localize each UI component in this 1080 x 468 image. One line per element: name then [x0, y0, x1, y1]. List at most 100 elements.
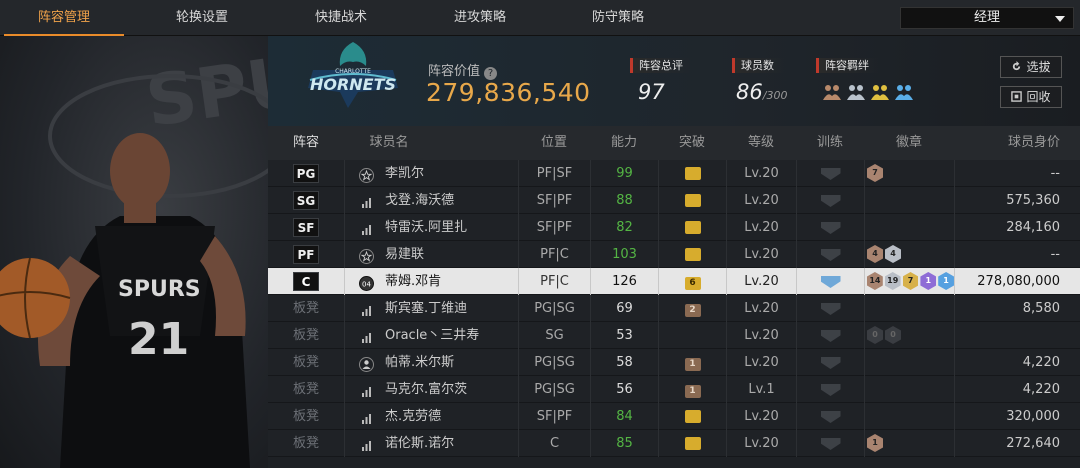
breakthrough-cell[interactable]: 6	[658, 268, 726, 295]
breakthrough-cell[interactable]: 1	[658, 349, 726, 376]
player-name-cell[interactable]: 诺伦斯.诺尔	[344, 430, 518, 457]
breakthrough-cell[interactable]	[658, 187, 726, 214]
table-row[interactable]: 板凳 Oracle丶三井寿 SG 53 Lv.20 00	[268, 322, 1080, 349]
role-select[interactable]: 经理	[900, 7, 1074, 29]
table-row[interactable]: 板凳 杰.克劳德 SF|PF 84 Lv.20 320,000	[268, 403, 1080, 430]
training-cell[interactable]	[796, 322, 864, 349]
table-row[interactable]: 板凳 诺伦斯.诺尔 C 85 Lv.20 1 272,640	[268, 430, 1080, 457]
table-row[interactable]: PG 李凯尔 PF|SF 99 Lv.20 7 --	[268, 160, 1080, 187]
training-cell[interactable]	[796, 376, 864, 403]
player-name: 诺伦斯.诺尔	[385, 436, 455, 451]
badges-cell[interactable]	[864, 187, 954, 214]
level-cell: Lv.20	[726, 430, 796, 457]
breakthrough-cell[interactable]	[658, 160, 726, 187]
training-cell[interactable]	[796, 214, 864, 241]
bond-bronze-icon[interactable]	[822, 82, 842, 102]
training-cell[interactable]	[796, 187, 864, 214]
training-cell[interactable]	[796, 430, 864, 457]
training-cell[interactable]	[796, 349, 864, 376]
badges-cell[interactable]: 1	[864, 430, 954, 457]
player-name-cell[interactable]: 马克尔.富尔茨	[344, 376, 518, 403]
bond-blue-icon[interactable]	[894, 82, 914, 102]
player-name-cell[interactable]: 帕蒂.米尔斯	[344, 349, 518, 376]
badges-cell[interactable]	[864, 403, 954, 430]
lineup-slot: 板凳	[292, 409, 319, 424]
bond-gold-icon[interactable]	[870, 82, 890, 102]
training-cell[interactable]	[796, 160, 864, 187]
training-cell[interactable]	[796, 403, 864, 430]
table-row[interactable]: 板凳 马克尔.富尔茨 PG|SG 56 1 Lv.1 4,220	[268, 376, 1080, 403]
tab-offense[interactable]: 进攻策略	[420, 0, 540, 36]
badges-cell[interactable]	[864, 349, 954, 376]
refresh-icon	[1013, 61, 1021, 71]
draft-button[interactable]: 选拔	[1000, 56, 1062, 78]
badge-icon: 4	[885, 245, 901, 263]
player-name-cell[interactable]: 特雷沃.阿里扎	[344, 214, 518, 241]
breakthrough-crown-icon: 1	[684, 385, 701, 398]
badges-cell[interactable]: 00	[864, 322, 954, 349]
training-cell[interactable]	[796, 295, 864, 322]
player-value-cell: 284,160	[954, 214, 1080, 241]
roster-rows: PG 李凯尔 PF|SF 99 Lv.20 7 -- SG 戈登.海沃德 SF|…	[268, 160, 1080, 457]
tab-lineup[interactable]: 阵容管理	[4, 0, 124, 36]
col-header-position[interactable]: 位置	[518, 126, 590, 160]
position-cell: SF|PF	[518, 214, 590, 241]
level-cell: Lv.20	[726, 295, 796, 322]
breakthrough-cell[interactable]	[658, 322, 726, 349]
bars-icon	[359, 436, 374, 451]
col-header-breakthrough[interactable]: 突破	[658, 126, 726, 160]
player-name-cell[interactable]: 易建联	[344, 241, 518, 268]
badges-cell[interactable]: 14 19 7 1 1	[864, 268, 954, 295]
player-name-cell[interactable]: 斯宾塞.丁维迪	[344, 295, 518, 322]
breakthrough-cell[interactable]	[658, 214, 726, 241]
col-header-ability[interactable]: 能力	[590, 126, 658, 160]
breakthrough-cell[interactable]	[658, 430, 726, 457]
col-header-name[interactable]: 球员名	[344, 126, 434, 160]
bond-silver-icon[interactable]	[846, 82, 866, 102]
table-row[interactable]: 板凳 帕蒂.米尔斯 PG|SG 58 1 Lv.20 4,220	[268, 349, 1080, 376]
bars-icon	[359, 328, 374, 343]
player-name-cell[interactable]: 04 蒂姆.邓肯	[344, 268, 518, 295]
badges-cell[interactable]	[864, 376, 954, 403]
training-cell[interactable]	[796, 241, 864, 268]
breakthrough-cell[interactable]: 1	[658, 376, 726, 403]
table-row[interactable]: C 04 蒂姆.邓肯 PF|C 126 6 Lv.20 14 19 7 1 1 278,…	[268, 268, 1080, 295]
training-cell[interactable]	[796, 268, 864, 295]
table-row[interactable]: SG 戈登.海沃德 SF|PF 88 Lv.20 575,360	[268, 187, 1080, 214]
lineup-cell: SG	[268, 187, 344, 214]
training-icon	[820, 384, 841, 396]
table-row[interactable]: 板凳 斯宾塞.丁维迪 PG|SG 69 2 Lv.20 8,580	[268, 295, 1080, 322]
tab-quick-tactics[interactable]: 快捷战术	[281, 0, 401, 36]
recycle-button[interactable]: 回收	[1000, 86, 1062, 108]
player-name-cell[interactable]: Oracle丶三井寿	[344, 322, 518, 349]
badges-cell[interactable]	[864, 214, 954, 241]
col-header-badges[interactable]: 徽章	[864, 126, 954, 160]
position-cell: SF|PF	[518, 403, 590, 430]
tab-defense[interactable]: 防守策略	[558, 0, 678, 36]
table-row[interactable]: SF 特雷沃.阿里扎 SF|PF 82 Lv.20 284,160	[268, 214, 1080, 241]
lineup-cell: SF	[268, 214, 344, 241]
level-cell: Lv.20	[726, 268, 796, 295]
badges-cell[interactable]: 44	[864, 241, 954, 268]
badges-cell[interactable]: 7	[864, 160, 954, 187]
player-name-cell[interactable]: 杰.克劳德	[344, 403, 518, 430]
col-header-value[interactable]: 球员身价	[954, 126, 1080, 160]
lineup-slot: SF	[293, 218, 319, 237]
table-row[interactable]: PF 易建联 PF|C 103 Lv.20 44 --	[268, 241, 1080, 268]
badges-cell[interactable]	[864, 295, 954, 322]
bond-icons	[822, 82, 914, 102]
breakthrough-cell[interactable]	[658, 403, 726, 430]
position-cell: PF|SF	[518, 160, 590, 187]
col-header-lineup[interactable]: 阵容	[268, 126, 344, 160]
lineup-cell: 板凳	[268, 403, 344, 430]
player-name: 李凯尔	[385, 166, 425, 181]
col-header-training[interactable]: 训练	[796, 126, 864, 160]
player-name-cell[interactable]: 戈登.海沃德	[344, 187, 518, 214]
breakthrough-cell[interactable]	[658, 241, 726, 268]
tab-rotation[interactable]: 轮换设置	[142, 0, 262, 36]
breakthrough-cell[interactable]: 2	[658, 295, 726, 322]
col-header-level[interactable]: 等级	[726, 126, 796, 160]
player-name: 易建联	[385, 247, 425, 262]
player-name-cell[interactable]: 李凯尔	[344, 160, 518, 187]
position-cell: PG|SG	[518, 349, 590, 376]
